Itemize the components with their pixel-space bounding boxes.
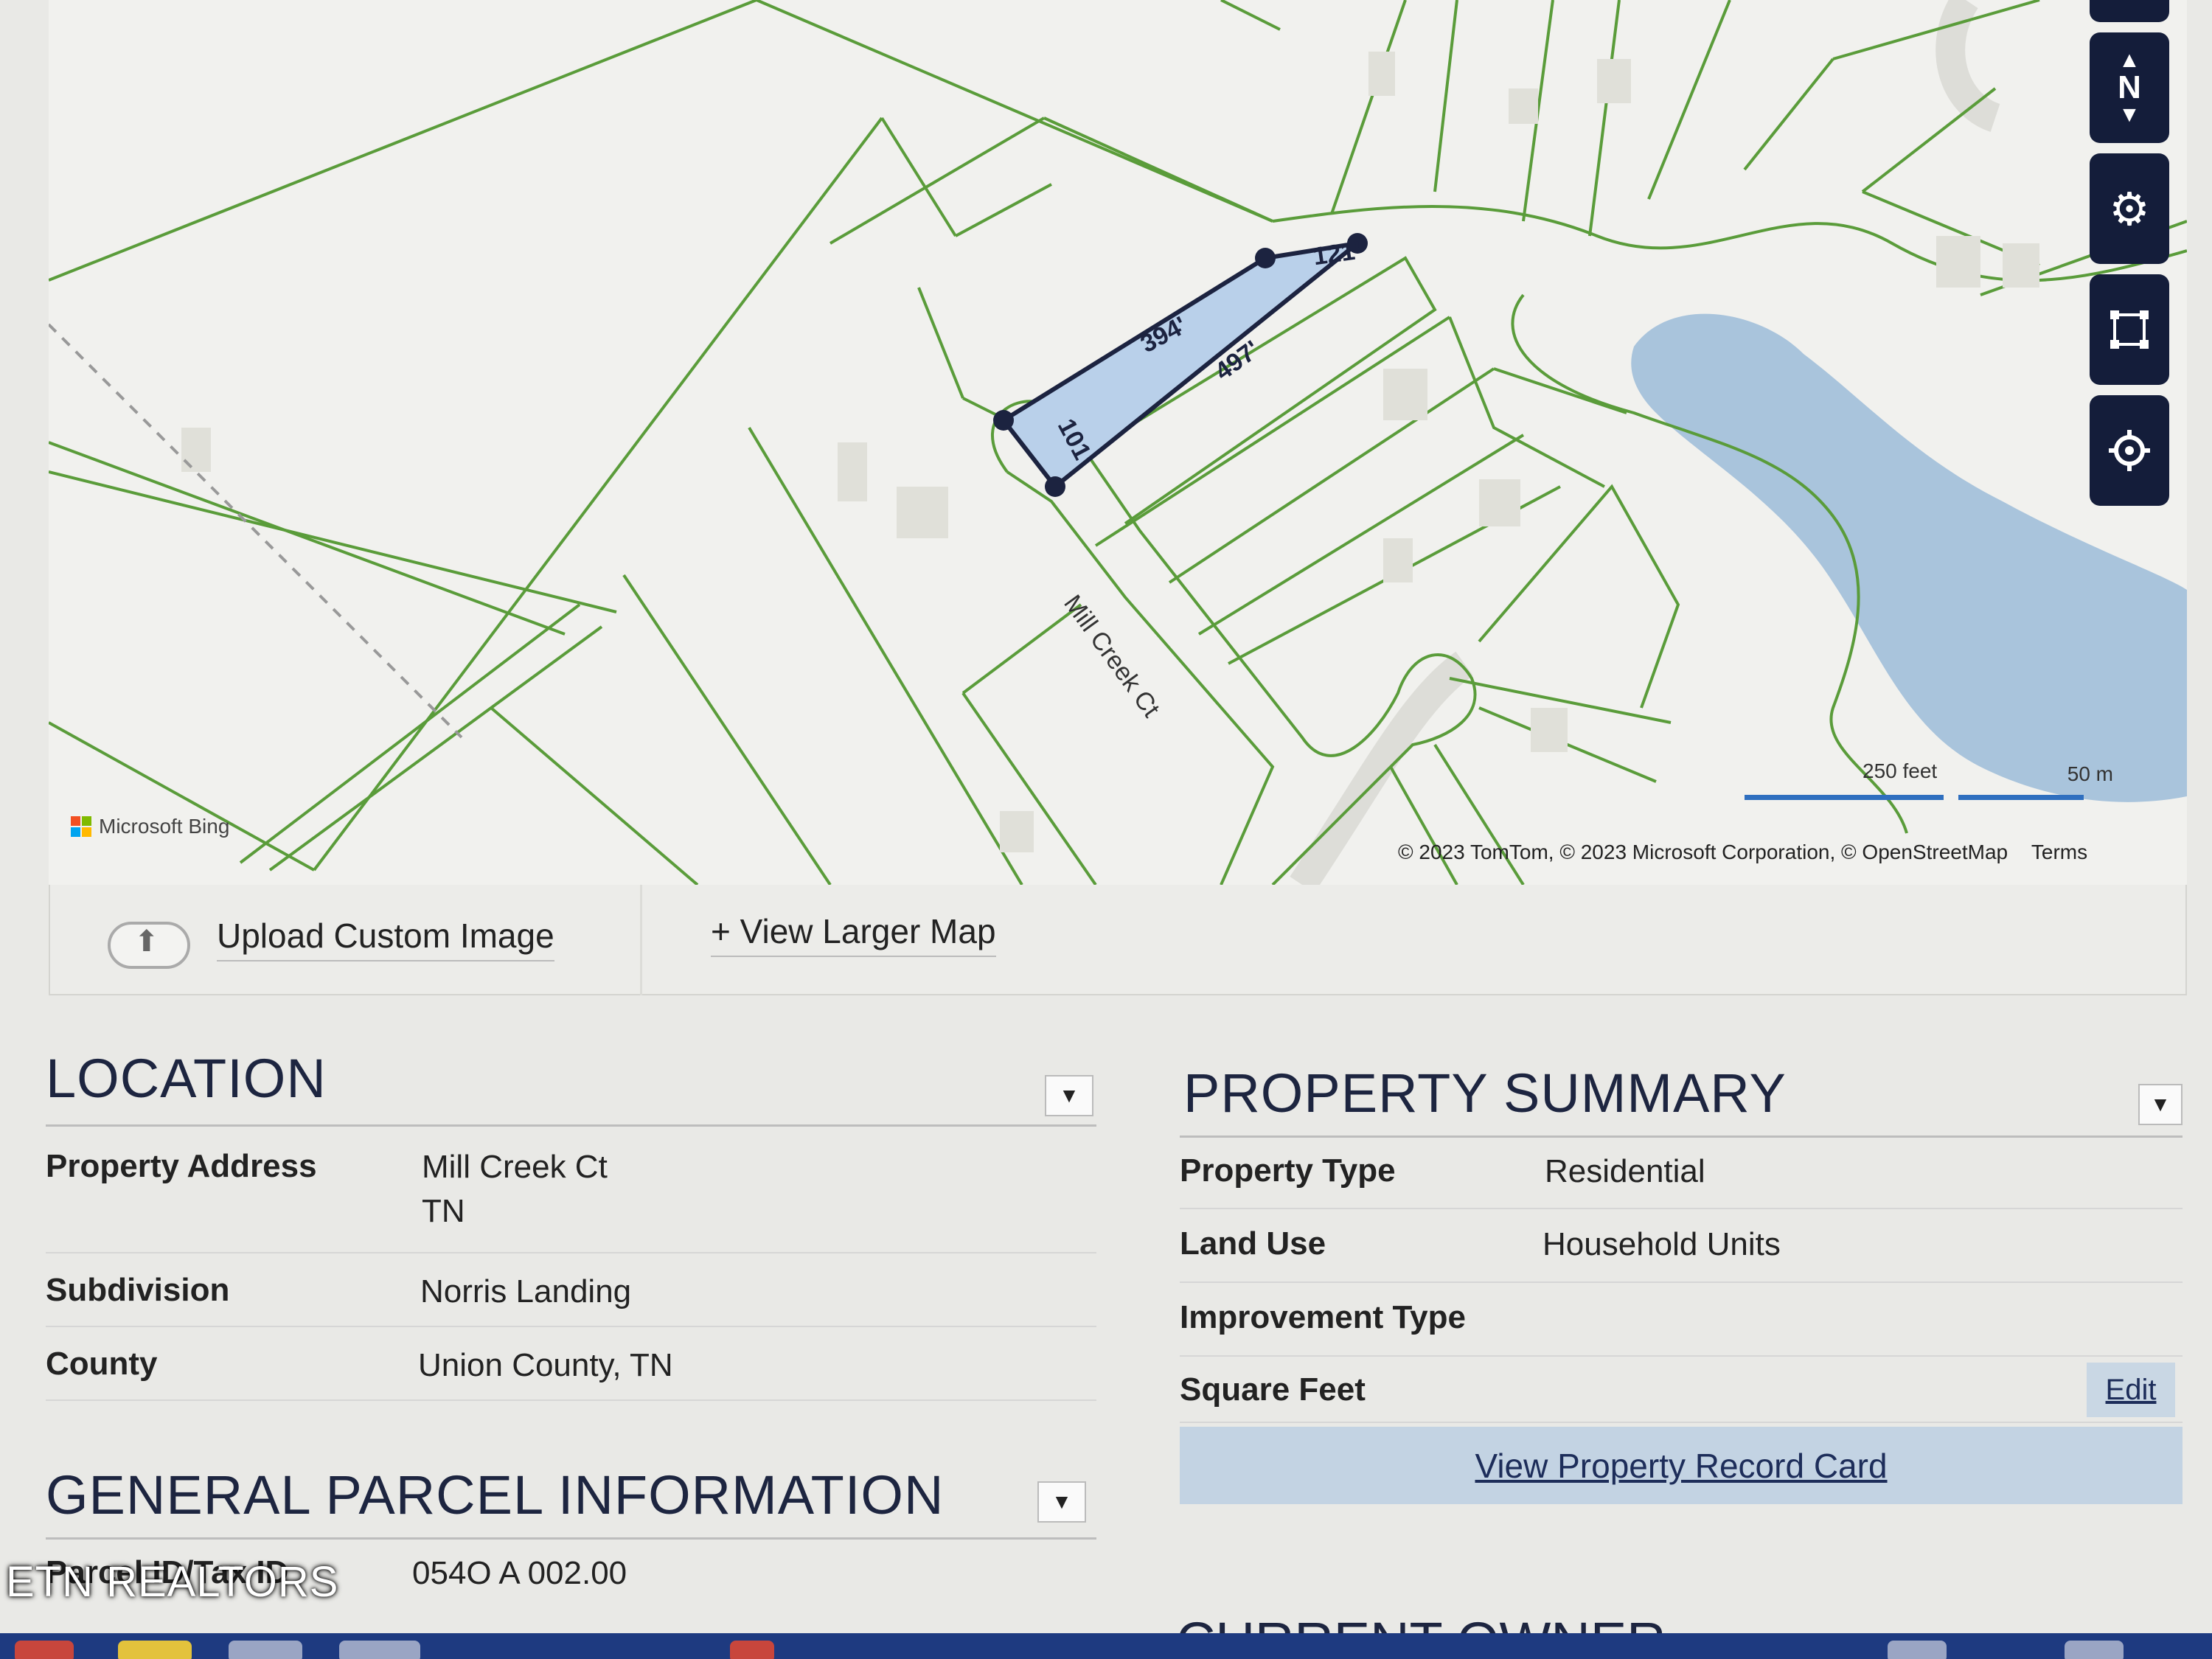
row-square-feet: Square Feet Edit xyxy=(1180,1357,2183,1423)
cloud-upload-icon: ⬆ xyxy=(102,905,190,972)
measure-button[interactable] xyxy=(2090,274,2169,385)
general-parcel-title: GENERAL PARCEL INFORMATION xyxy=(46,1464,945,1526)
row-land-use: Land Use Household Units xyxy=(1180,1209,2183,1283)
location-collapse-button[interactable]: ▼ xyxy=(1045,1075,1093,1116)
label-property-address: Property Address xyxy=(46,1148,317,1184)
gear-icon: ⚙ xyxy=(2109,184,2150,235)
row-property-type: Property Type Residential xyxy=(1180,1139,2183,1209)
toolbar-divider xyxy=(640,885,642,995)
watermark: ETN REALTORS xyxy=(6,1558,339,1606)
parcel-map[interactable]: Mill Creek Ct 394' 497' 121' 101' Micros… xyxy=(49,0,2187,885)
map-controls: ▲ N ▼ ⚙ xyxy=(2090,0,2169,516)
map-attribution: © 2023 TomTom, © 2023 Microsoft Corporat… xyxy=(1398,841,2087,864)
map-scale: 250 feet 50 m xyxy=(1745,759,2113,804)
value-property-state: TN xyxy=(422,1193,465,1229)
crosshair-icon xyxy=(2109,430,2150,471)
row-property-address: Property Address Mill Creek Ct TN xyxy=(46,1132,1096,1253)
bing-logo: Microsoft Bing xyxy=(71,815,229,838)
compass-label: N xyxy=(2118,69,2141,105)
taskbar-app-icon[interactable] xyxy=(1888,1641,1947,1659)
taskbar-app-icon[interactable] xyxy=(15,1641,74,1659)
value-subdivision: Norris Landing xyxy=(420,1273,632,1310)
taskbar xyxy=(0,1633,2212,1659)
value-land-use: Household Units xyxy=(1543,1226,1781,1262)
selected-parcel xyxy=(1000,240,1366,490)
upload-label: Upload Custom Image xyxy=(217,916,554,961)
bing-label: Microsoft Bing xyxy=(99,815,230,838)
chevron-down-icon: ▼ xyxy=(2150,1093,2171,1116)
label-land-use: Land Use xyxy=(1180,1225,1326,1262)
map-toolbar: ⬆ Upload Custom Image + View Larger Map xyxy=(49,885,2187,995)
property-summary-title: PROPERTY SUMMARY xyxy=(1183,1062,1787,1124)
terms-link[interactable]: Terms xyxy=(2031,841,2087,863)
view-larger-map-link[interactable]: + View Larger Map xyxy=(711,911,996,957)
taskbar-app-icon[interactable] xyxy=(2065,1641,2124,1659)
row-improvement-type: Improvement Type xyxy=(1180,1283,2183,1357)
label-property-type: Property Type xyxy=(1180,1152,1396,1189)
settings-button[interactable]: ⚙ xyxy=(2090,153,2169,264)
microsoft-logo-icon xyxy=(71,816,91,837)
section-divider xyxy=(46,1537,1096,1540)
section-divider xyxy=(1180,1135,2183,1138)
compass-button[interactable]: ▲ N ▼ xyxy=(2090,32,2169,143)
locate-button[interactable] xyxy=(2090,395,2169,506)
taskbar-app-icon[interactable] xyxy=(118,1641,192,1659)
taskbar-app-icon[interactable] xyxy=(730,1641,774,1659)
scale-feet: 250 feet xyxy=(1863,759,1938,782)
taskbar-app-icon[interactable] xyxy=(339,1641,420,1659)
parcel-collapse-button[interactable]: ▼ xyxy=(1037,1481,1086,1523)
scale-bar-feet xyxy=(1745,795,1944,800)
value-property-address: Mill Creek Ct xyxy=(422,1149,608,1185)
value-property-type: Residential xyxy=(1545,1153,1705,1189)
taskbar-app-icon[interactable] xyxy=(229,1641,302,1659)
row-subdivision: Subdivision Norris Landing xyxy=(46,1253,1096,1327)
attribution-text: © 2023 TomTom, © 2023 Microsoft Corporat… xyxy=(1398,841,2008,863)
upload-custom-image-button[interactable]: ⬆ Upload Custom Image xyxy=(102,905,554,972)
label-square-feet: Square Feet xyxy=(1180,1371,1366,1408)
view-property-record-card-button[interactable]: View Property Record Card xyxy=(1180,1427,2183,1504)
map-canvas xyxy=(49,0,2187,885)
value-parcel-id: 054O A 002.00 xyxy=(412,1555,627,1591)
select-area-icon xyxy=(2110,310,2149,349)
map-control-top[interactable] xyxy=(2090,0,2169,22)
scale-bar-meters xyxy=(1958,795,2084,800)
summary-collapse-button[interactable]: ▼ xyxy=(2138,1084,2183,1125)
chevron-down-icon: ▼ xyxy=(1051,1490,1072,1513)
label-subdivision: Subdivision xyxy=(46,1272,230,1308)
value-county: Union County, TN xyxy=(418,1347,673,1383)
section-divider xyxy=(46,1124,1096,1127)
scale-meters: 50 m xyxy=(2067,762,2113,785)
label-improvement-type: Improvement Type xyxy=(1180,1299,1466,1335)
chevron-down-icon: ▼ xyxy=(1059,1084,1079,1107)
edit-square-feet-button[interactable]: Edit xyxy=(2087,1363,2175,1417)
row-county: County Union County, TN xyxy=(46,1327,1096,1401)
label-county: County xyxy=(46,1346,158,1382)
location-title: LOCATION xyxy=(46,1048,327,1109)
compass-icon: ▲ xyxy=(2118,48,2140,72)
